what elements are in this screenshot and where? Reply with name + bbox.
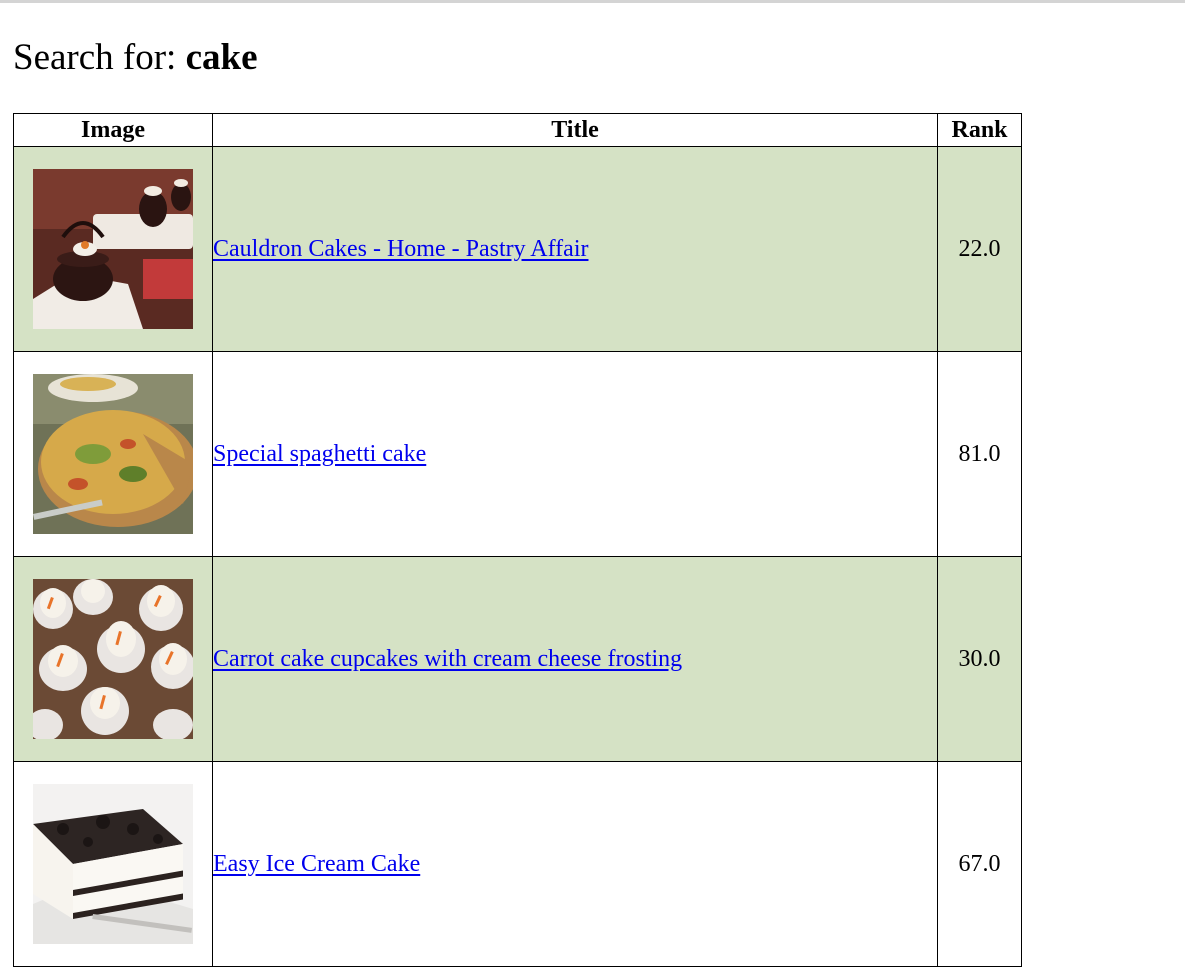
browser-top-border — [0, 0, 1185, 3]
column-header-rank: Rank — [937, 113, 1022, 147]
page-title: Search for: cake — [13, 34, 258, 82]
results-table: Image Title Rank Cauldron Cakes - Home -… — [13, 113, 1022, 967]
column-header-title: Title — [212, 113, 938, 147]
result-title-link[interactable]: Carrot cake cupcakes with cream cheese f… — [213, 646, 682, 672]
result-title-link[interactable]: Special spaghetti cake — [213, 441, 426, 467]
table-row: Easy Ice Cream Cake 67.0 — [13, 761, 1022, 967]
image-cell — [13, 761, 213, 967]
column-header-image: Image — [13, 113, 213, 147]
table-row: Carrot cake cupcakes with cream cheese f… — [13, 556, 1022, 762]
result-title-link[interactable]: Easy Ice Cream Cake — [213, 851, 420, 877]
title-cell: Cauldron Cakes - Home - Pastry Affair — [212, 146, 938, 352]
rank-cell: 67.0 — [937, 761, 1022, 967]
search-prefix: Search for: — [13, 37, 186, 78]
image-cell — [13, 351, 213, 557]
image-cell — [13, 146, 213, 352]
table-row: Cauldron Cakes - Home - Pastry Affair 22… — [13, 146, 1022, 352]
rank-cell: 22.0 — [937, 146, 1022, 352]
table-row: Special spaghetti cake 81.0 — [13, 351, 1022, 557]
rank-cell: 30.0 — [937, 556, 1022, 762]
recipe-thumbnail — [33, 374, 193, 534]
rank-cell: 81.0 — [937, 351, 1022, 557]
title-cell: Special spaghetti cake — [212, 351, 938, 557]
image-cell — [13, 556, 213, 762]
result-title-link[interactable]: Cauldron Cakes - Home - Pastry Affair — [213, 236, 588, 262]
search-query: cake — [185, 37, 258, 78]
title-cell: Carrot cake cupcakes with cream cheese f… — [212, 556, 938, 762]
title-cell: Easy Ice Cream Cake — [212, 761, 938, 967]
recipe-thumbnail — [33, 169, 193, 329]
recipe-thumbnail — [33, 579, 193, 739]
recipe-thumbnail — [33, 784, 193, 944]
header-row: Image Title Rank — [13, 113, 1022, 147]
